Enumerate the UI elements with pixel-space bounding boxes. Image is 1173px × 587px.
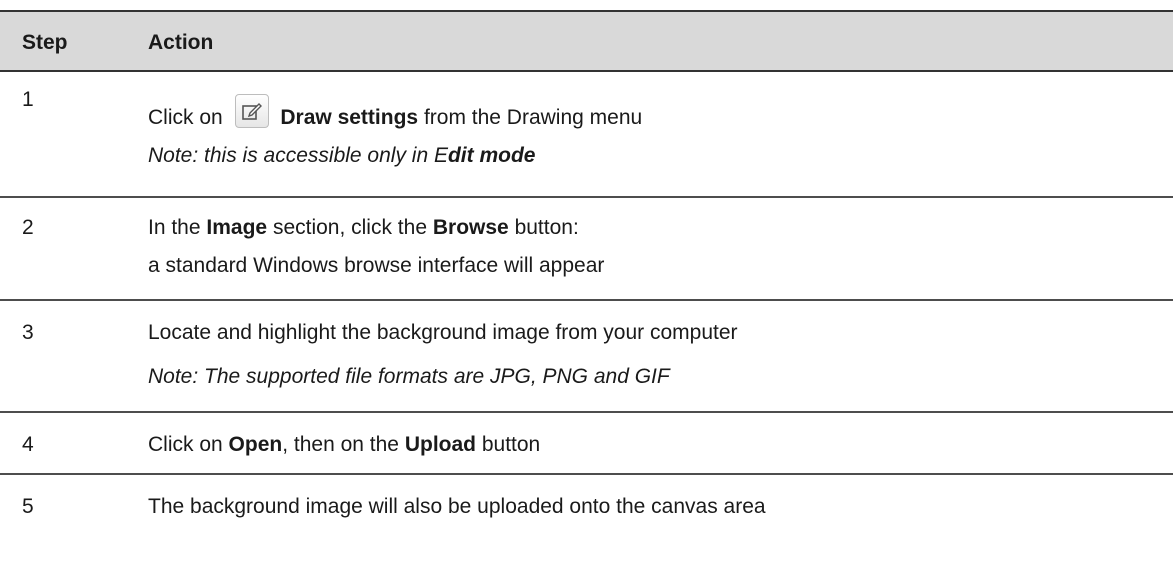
header-step: Step [22,31,68,54]
table-row: 5 The background image will also be uplo… [0,475,1173,535]
step-number: 4 [22,433,34,456]
steps-table: Step Action 1 Click on Draw settings fro… [0,10,1173,535]
action-text: button: [514,216,579,239]
action-note: Note: The supported file formats are JPG… [148,365,670,388]
action-line: a standard Windows browse interface will… [148,254,605,277]
table-row: 3 Locate and highlight the background im… [0,301,1173,413]
action-text: section, click the [272,216,428,239]
action-text: from the Drawing menu [423,106,643,129]
open-label: Open [228,433,283,456]
table-header: Step Action [0,10,1173,72]
table-row: 1 Click on Draw settings from the Drawin… [0,72,1173,198]
step-action: The background image will also be upload… [148,495,766,518]
browse-label: Browse [432,216,509,239]
table-row: 4 Click on Open, then on the Upload butt… [0,413,1173,475]
action-note: Note: this is accessible only in Edit mo… [148,144,1163,168]
step-number: 1 [22,88,34,111]
action-text: Click on [148,433,223,456]
step-action: Locate and highlight the background imag… [148,321,1163,389]
draw-settings-label: Draw settings [280,106,419,129]
step-number: 2 [22,216,34,239]
note-text: Note: this is accessible only in E [148,144,448,167]
step-number: 5 [22,495,34,518]
image-label: Image [206,216,268,239]
step-action: Click on Open, then on the Upload button [148,433,1163,457]
table-row: 2 In the Image section, click the Browse… [0,198,1173,301]
upload-label: Upload [404,433,476,456]
action-text: Click on [148,106,223,129]
header-action: Action [148,31,214,54]
action-text: , then on the [282,433,399,456]
action-text: In the [148,216,201,239]
step-number: 3 [22,321,34,344]
action-line: Click on Draw settings from the Drawing … [148,94,1163,130]
step-action: Click on Draw settings from the Drawing … [148,94,1163,168]
step-action: In the Image section, click the Browse b… [148,216,1163,278]
action-text: button [481,433,541,456]
note-bold: dit mode [447,144,536,167]
action-line: Locate and highlight the background imag… [148,321,738,344]
action-line: In the Image section, click the Browse b… [148,216,1163,240]
edit-icon [234,94,269,128]
